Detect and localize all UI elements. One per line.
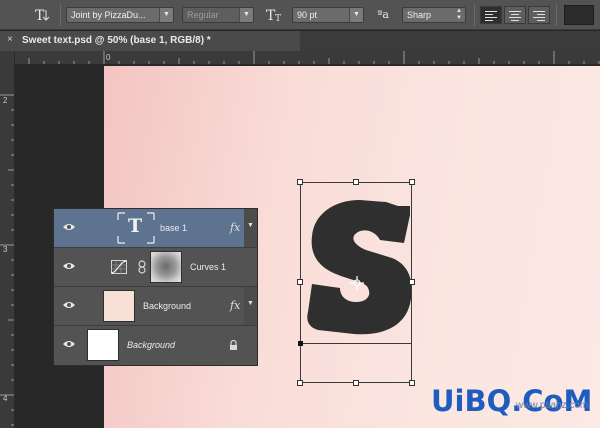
layer-thumbnail [87,329,119,361]
layer-name[interactable]: Curves 1 [190,262,226,272]
layer-thumbnail [103,290,135,322]
ruler-label: 4 [3,394,8,403]
eye-icon[interactable] [62,300,76,310]
vertical-type-toggle-icon[interactable]: T [32,5,54,25]
text-layer-thumbnail: T [117,212,155,244]
transform-handle-right[interactable] [409,279,415,285]
effects-toggle[interactable]: ▼ [244,209,257,247]
chevron-down-icon: ▼ [239,8,253,22]
layer-name[interactable]: base 1 [160,223,187,233]
fx-icon[interactable]: fx [230,299,240,312]
transform-handle-top[interactable] [353,179,359,185]
layers-panel: T base 1 fx ▼ Curves 1 Background fx ▼ B… [53,208,258,366]
baseline-anchor [298,341,303,346]
effects-toggle[interactable]: ▼ [244,287,257,325]
transform-handle-top-left[interactable] [297,179,303,185]
document-title: Sweet text.psd @ 50% (base 1, RGB/8) * [22,35,211,46]
align-center-button[interactable] [504,6,526,24]
layer-mask-thumbnail[interactable] [150,251,182,283]
eye-icon[interactable] [62,261,76,271]
separator [556,4,557,26]
transform-handle-bottom[interactable] [353,380,359,386]
text-baseline [300,343,412,344]
transform-handle-bottom-right[interactable] [409,380,415,386]
text-bounding-box[interactable] [300,182,412,383]
layer-row-background-locked[interactable]: Background [54,326,257,365]
align-right-button[interactable] [528,6,550,24]
antialias-value: Sharp [407,10,432,20]
font-size-icon: TT [264,5,286,25]
close-icon[interactable]: × [7,34,13,45]
antialias-icon: ªa [372,5,394,25]
chevron-down-icon: ▼ [247,300,254,307]
font-size-dropdown[interactable]: 90 pt ▼ [292,7,364,23]
transform-handle-bottom-left[interactable] [297,380,303,386]
document-tab[interactable]: × Sweet text.psd @ 50% (base 1, RGB/8) * [0,31,300,51]
separator [474,4,475,26]
transform-handle-top-right[interactable] [409,179,415,185]
chevron-down-icon: ▼ [349,8,363,22]
separator [60,4,61,26]
align-left-button[interactable] [480,6,502,24]
layer-name[interactable]: Background [127,340,175,350]
font-style-value: Regular [187,10,219,20]
font-style-dropdown[interactable]: Regular ▼ [182,7,254,23]
antialias-dropdown[interactable]: Sharp ▲ ▼ [402,7,466,23]
layer-row-curves-1[interactable]: Curves 1 [54,248,257,287]
text-color-swatch[interactable] [564,5,594,25]
up-down-arrows-icon: ▲ ▼ [456,8,462,21]
transform-handle-left[interactable] [297,279,303,285]
font-family-dropdown[interactable]: Joint by PizzaDu... ▼ [66,7,174,23]
chevron-down-icon: ▼ [247,222,254,229]
lock-icon [230,340,237,350]
curves-adjustment-icon [111,260,127,274]
svg-text:T: T [35,8,45,24]
eye-icon[interactable] [62,339,76,349]
layer-row-background-fill[interactable]: Background fx ▼ [54,287,257,326]
font-size-value: 90 pt [297,10,318,20]
chevron-down-icon: ▼ [159,8,173,22]
fx-icon[interactable]: fx [230,221,240,234]
document-tab-bar: × Sweet text.psd @ 50% (base 1, RGB/8) * [0,31,600,51]
text-layer-glyph-icon: T [128,215,143,237]
eye-icon[interactable] [62,222,76,232]
vertical-ruler[interactable]: 2 3 4 [0,51,15,428]
ruler-label: 0 [106,53,111,62]
watermark-url: www.psahz.com [516,400,589,411]
link-icon[interactable] [138,260,146,274]
antialias-icon-label: ªa [377,8,389,21]
layer-name[interactable]: Background [143,301,191,311]
svg-text:T: T [275,14,281,24]
ruler-label: 3 [3,245,8,254]
options-bar: T Joint by PizzaDu... ▼ Regular ▼ TT 90 … [0,0,600,30]
layer-row-base-1[interactable]: T base 1 fx ▼ [54,209,257,248]
horizontal-ruler[interactable]: 0 [15,51,600,65]
font-family-value: Joint by PizzaDu... [71,10,146,20]
ruler-label: 2 [3,96,8,105]
